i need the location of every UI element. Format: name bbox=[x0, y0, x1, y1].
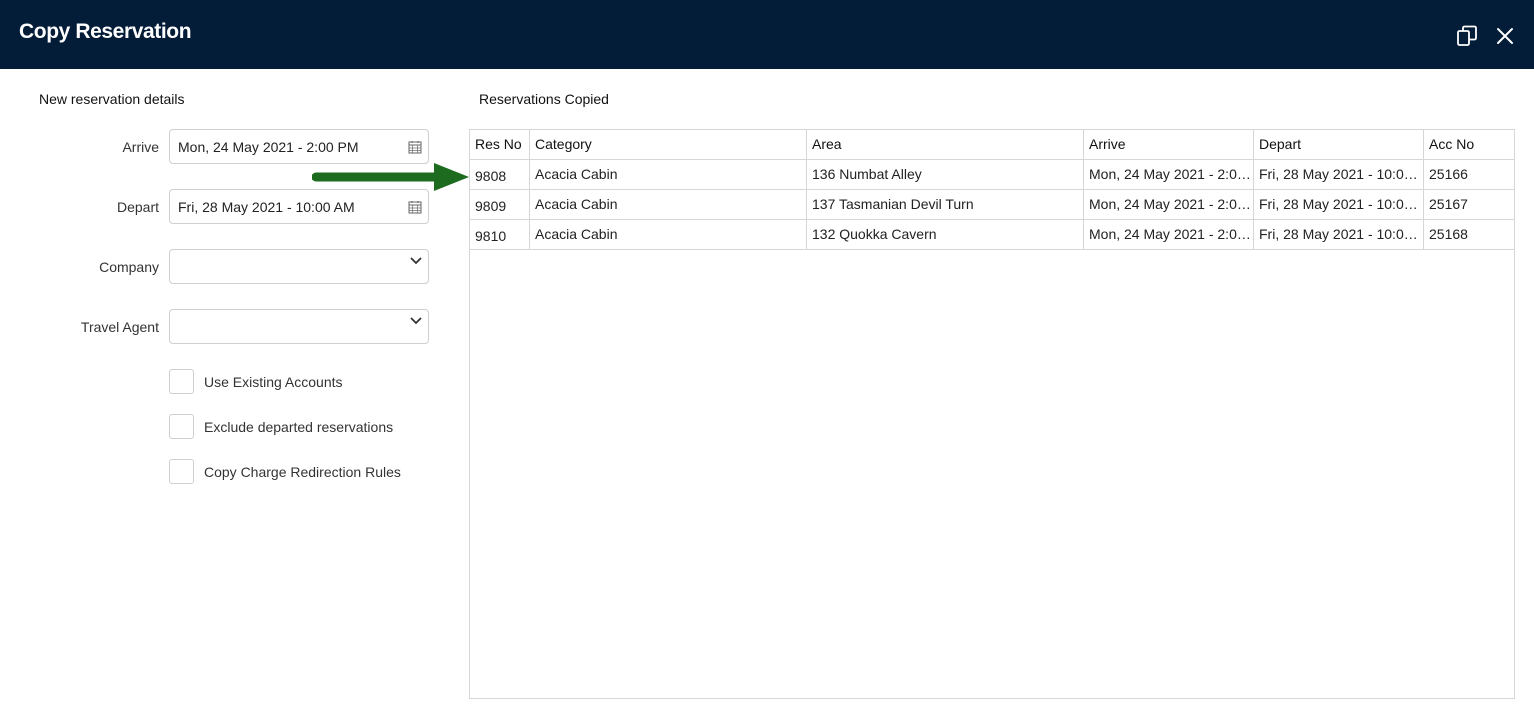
travel-agent-select[interactable] bbox=[169, 309, 429, 344]
chevron-down-icon[interactable] bbox=[409, 253, 423, 267]
reservations-copied-heading: Reservations Copied bbox=[479, 91, 609, 107]
cell-depart: Fri, 28 May 2021 - 10:00 AM bbox=[1254, 220, 1424, 249]
cell-arrive: Mon, 24 May 2021 - 2:00 PM bbox=[1084, 220, 1254, 249]
depart-label: Depart bbox=[116, 199, 159, 215]
cell-area: 137 Tasmanian Devil Turn bbox=[807, 190, 1084, 219]
table-row[interactable]: 9810 Acacia Cabin 132 Quokka Cavern Mon,… bbox=[470, 220, 1514, 250]
use-existing-accounts-checkbox[interactable] bbox=[169, 369, 194, 394]
column-header-area[interactable]: Area bbox=[807, 130, 1084, 159]
company-select[interactable] bbox=[169, 249, 429, 284]
cell-arrive: Mon, 24 May 2021 - 2:00 PM bbox=[1084, 190, 1254, 219]
cell-acc-no: 25168 bbox=[1429, 226, 1468, 242]
copy-charge-redirection-checkbox[interactable] bbox=[169, 459, 194, 484]
cell-area: 132 Quokka Cavern bbox=[807, 220, 1084, 249]
copy-charge-redirection-label[interactable]: Copy Charge Redirection Rules bbox=[204, 464, 401, 480]
reservations-grid: Res No Category Area Arrive Depart Acc N… bbox=[469, 129, 1515, 699]
use-existing-accounts-label[interactable]: Use Existing Accounts bbox=[204, 374, 343, 390]
column-header-arrive[interactable]: Arrive bbox=[1084, 130, 1254, 159]
cell-depart: Fri, 28 May 2021 - 10:00 AM bbox=[1254, 160, 1424, 189]
cell-arrive: Mon, 24 May 2021 - 2:00 PM bbox=[1084, 160, 1254, 189]
calendar-icon[interactable] bbox=[408, 140, 422, 154]
table-row[interactable]: 9808 Acacia Cabin 136 Numbat Alley Mon, … bbox=[470, 160, 1514, 190]
cell-res-no: 9808 bbox=[470, 160, 530, 189]
annotation-arrow-icon bbox=[312, 163, 469, 191]
grid-header-row: Res No Category Area Arrive Depart Acc N… bbox=[470, 130, 1514, 160]
cell-category: Acacia Cabin bbox=[530, 220, 807, 249]
cell-res-no: 9809 bbox=[470, 190, 530, 219]
popout-icon[interactable] bbox=[1455, 24, 1479, 48]
column-header-depart[interactable]: Depart bbox=[1254, 130, 1424, 159]
column-header-res-no[interactable]: Res No bbox=[470, 130, 530, 159]
calendar-icon[interactable] bbox=[408, 200, 422, 214]
company-label: Company bbox=[99, 259, 159, 275]
arrive-date-field[interactable]: Mon, 24 May 2021 - 2:00 PM bbox=[169, 129, 429, 164]
chevron-down-icon[interactable] bbox=[409, 313, 423, 327]
cell-depart: Fri, 28 May 2021 - 10:00 AM bbox=[1254, 190, 1424, 219]
arrive-label: Arrive bbox=[122, 139, 159, 155]
depart-value: Fri, 28 May 2021 - 10:00 AM bbox=[178, 199, 355, 215]
exclude-departed-label[interactable]: Exclude departed reservations bbox=[204, 419, 393, 435]
cell-area: 136 Numbat Alley bbox=[807, 160, 1084, 189]
cell-acc-no: 25166 bbox=[1429, 166, 1468, 182]
title-bar: Copy Reservation bbox=[0, 0, 1534, 69]
column-header-acc-no[interactable]: Acc No bbox=[1424, 130, 1514, 159]
exclude-departed-checkbox[interactable] bbox=[169, 414, 194, 439]
column-header-category[interactable]: Category bbox=[530, 130, 807, 159]
arrive-value: Mon, 24 May 2021 - 2:00 PM bbox=[178, 139, 359, 155]
close-icon[interactable] bbox=[1493, 24, 1517, 48]
table-row[interactable]: 9809 Acacia Cabin 137 Tasmanian Devil Tu… bbox=[470, 190, 1514, 220]
cell-res-no: 9810 bbox=[470, 220, 530, 249]
cell-acc-no: 25167 bbox=[1429, 196, 1468, 212]
travel-agent-label: Travel Agent bbox=[80, 319, 159, 335]
window-title: Copy Reservation bbox=[19, 20, 192, 43]
cell-category: Acacia Cabin bbox=[530, 190, 807, 219]
new-reservation-details-heading: New reservation details bbox=[39, 91, 185, 107]
cell-category: Acacia Cabin bbox=[530, 160, 807, 189]
depart-date-field[interactable]: Fri, 28 May 2021 - 10:00 AM bbox=[169, 189, 429, 224]
